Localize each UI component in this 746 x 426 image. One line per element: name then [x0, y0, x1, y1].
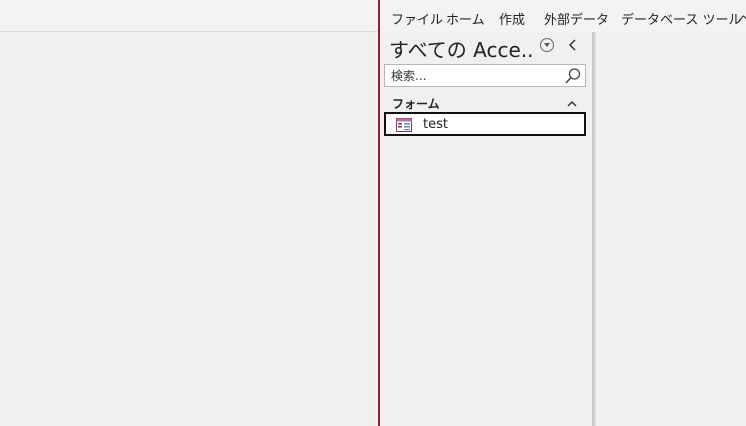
search-icon[interactable] — [564, 67, 582, 85]
ribbon-menu: ファイル ホーム 作成 外部データ データベース ツール ヘ — [380, 0, 746, 32]
chevron-left-icon[interactable] — [566, 37, 580, 53]
ribbon-tab-help[interactable]: ヘ — [738, 9, 746, 28]
ribbon-tab-file[interactable]: ファイル — [391, 9, 443, 28]
ribbon-tab-database-tools[interactable]: データベース ツール — [621, 9, 741, 28]
ribbon-tab-home[interactable]: ホーム — [446, 9, 485, 28]
workspace-right — [596, 32, 746, 426]
nav-item-test-form[interactable]: test — [384, 112, 586, 136]
ribbon-tab-external-data[interactable]: 外部データ — [544, 9, 609, 28]
nav-search-input[interactable] — [385, 65, 561, 86]
nav-pane-title[interactable]: すべての Acce... — [389, 34, 534, 63]
workspace-top-band — [0, 0, 378, 32]
nav-group-header-forms[interactable]: フォーム — [384, 92, 586, 112]
navigation-pane: すべての Acce... フォーム — [380, 32, 592, 426]
access-window: ファイル ホーム 作成 外部データ データベース ツール ヘ すべての Acce… — [0, 0, 746, 426]
ribbon-tab-create[interactable]: 作成 — [499, 9, 525, 28]
workspace-left — [0, 0, 378, 426]
form-icon — [396, 117, 412, 132]
chevron-up-icon[interactable] — [566, 95, 578, 107]
nav-search-box — [384, 64, 586, 87]
nav-group-label: フォーム — [392, 97, 440, 111]
nav-item-label: test — [423, 117, 448, 132]
nav-menu-dropdown-icon[interactable] — [540, 38, 554, 52]
